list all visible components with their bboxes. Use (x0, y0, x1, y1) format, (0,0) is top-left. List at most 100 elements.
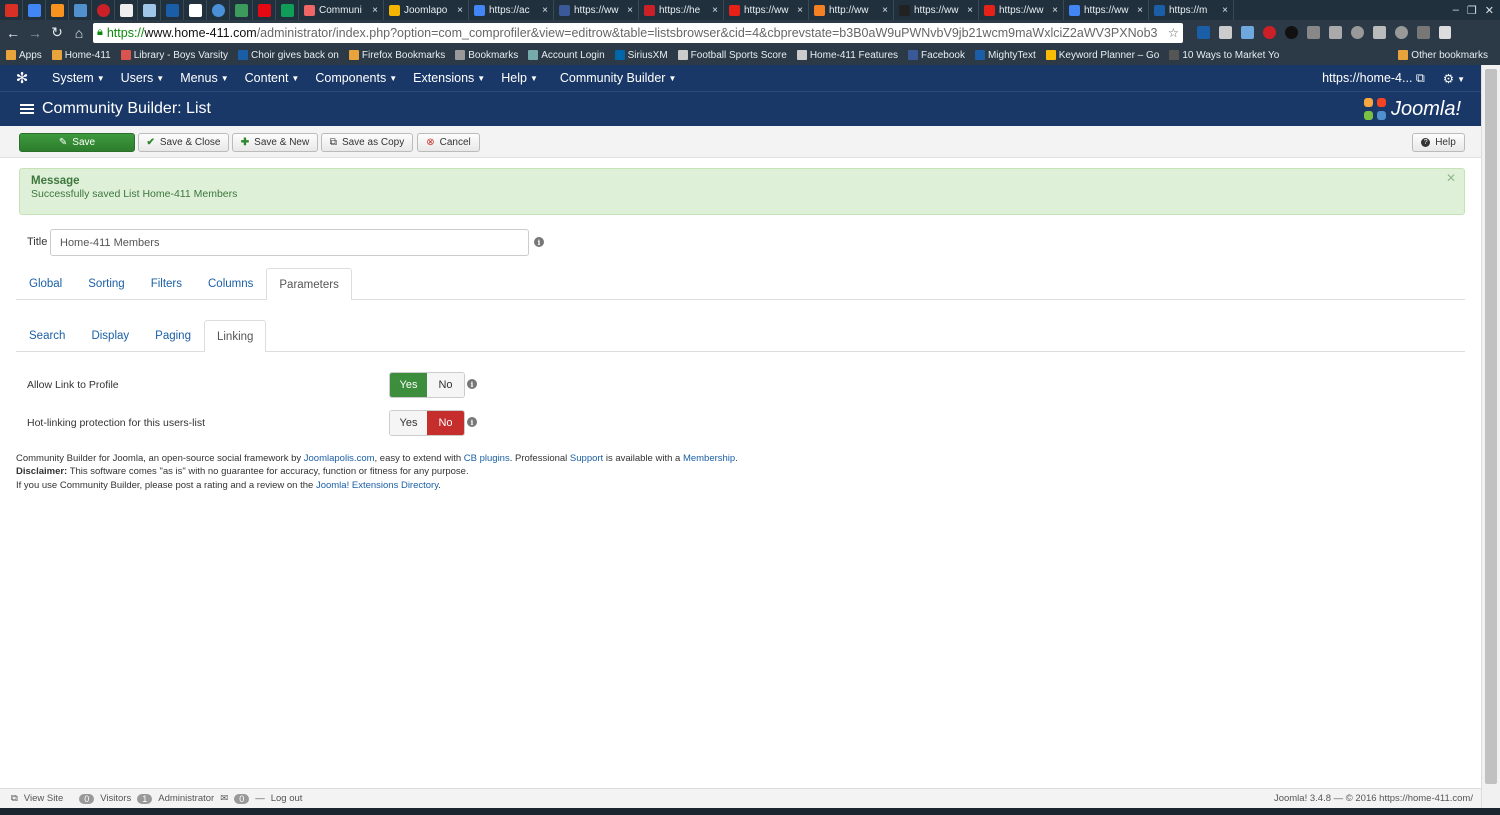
admin-menu-item[interactable]: Menus ▼ (172, 71, 236, 85)
tab-paging[interactable]: Paging (142, 320, 204, 351)
tab-sorting[interactable]: Sorting (75, 268, 137, 299)
browser-tab[interactable]: https://m × (1149, 0, 1234, 20)
bookmark-star-icon[interactable]: ☆ (1168, 25, 1179, 40)
pinned-tab-app[interactable] (138, 0, 161, 20)
support-link[interactable]: Support (570, 453, 603, 464)
bookmark-item[interactable]: MightyText (974, 50, 1036, 61)
bookmark-item[interactable]: Home-411 (51, 50, 111, 61)
tab-columns[interactable]: Columns (195, 268, 266, 299)
hotlinking-no-option[interactable]: No (427, 411, 464, 435)
save-copy-button[interactable]: ⧉ Save as Copy (321, 133, 413, 152)
joomlapolis-link[interactable]: Joomlapolis.com (304, 453, 375, 464)
close-tab-icon[interactable]: × (1052, 5, 1058, 16)
tab-parameters[interactable]: Parameters (266, 268, 352, 300)
close-tab-icon[interactable]: × (882, 5, 888, 16)
admin-menu-item[interactable]: Community Builder ▼ (552, 71, 685, 85)
bookmark-item[interactable]: 10 Ways to Market Yo (1169, 50, 1279, 61)
info-icon[interactable]: i (467, 379, 477, 389)
bookmark-item[interactable]: SiriusXM (614, 50, 668, 61)
admin-menu-item[interactable]: Users ▼ (113, 71, 173, 85)
close-tab-icon[interactable]: × (1137, 5, 1143, 16)
info-icon[interactable]: i (534, 237, 544, 247)
pinned-tab-calendar[interactable] (23, 0, 46, 20)
home-icon[interactable]: ⌂ (71, 25, 87, 41)
admin-menu-item[interactable]: Help ▼ (493, 71, 546, 85)
browser-tab[interactable]: https://ac × (469, 0, 554, 20)
browser-tab[interactable]: https://ww × (979, 0, 1064, 20)
play-icon[interactable] (1285, 26, 1298, 39)
allow-link-yes-option[interactable]: Yes (390, 373, 427, 397)
extension-icon[interactable] (1351, 26, 1364, 39)
tab-linking[interactable]: Linking (203, 320, 267, 352)
extension-icon[interactable] (1373, 26, 1386, 39)
bookmark-item[interactable]: Home-411 Features (796, 50, 898, 61)
tab-global[interactable]: Global (16, 268, 75, 299)
hotlinking-toggle[interactable]: Yes No (389, 410, 465, 436)
extension-icon[interactable] (1329, 26, 1342, 39)
extension-icon[interactable] (1241, 26, 1254, 39)
pinned-tab-doc[interactable] (115, 0, 138, 20)
extension-icon[interactable] (1417, 26, 1430, 39)
browser-tab[interactable]: https://he × (639, 0, 724, 20)
close-tab-icon[interactable]: × (542, 5, 548, 16)
reload-icon[interactable]: ↻ (49, 24, 65, 41)
view-site-link[interactable]: View Site (24, 793, 63, 804)
info-icon[interactable]: i (467, 417, 477, 427)
bookmark-item[interactable]: Football Sports Score (677, 50, 787, 61)
admin-menu-item[interactable]: Components ▼ (307, 71, 405, 85)
title-field[interactable]: Home-411 Members (50, 229, 529, 256)
bookmark-item[interactable]: Bookmarks (455, 50, 518, 61)
close-tab-icon[interactable]: × (627, 5, 633, 16)
save-close-button[interactable]: ✔ Save & Close (138, 133, 229, 152)
pinned-tab-sync[interactable] (207, 0, 230, 20)
pinned-tab-joomla-2[interactable] (69, 0, 92, 20)
browser-tab[interactable]: http://ww × (809, 0, 894, 20)
pinterest-icon[interactable] (1263, 26, 1276, 39)
close-tab-icon[interactable]: × (967, 5, 973, 16)
bookmark-item[interactable]: Facebook (908, 50, 965, 61)
vertical-scrollbar[interactable] (1481, 65, 1500, 808)
tab-filters[interactable]: Filters (138, 268, 195, 299)
tab-search[interactable]: Search (16, 320, 78, 351)
scrollbar-thumb[interactable] (1485, 69, 1497, 784)
close-window-icon[interactable]: ✕ (1485, 4, 1494, 17)
browser-tab[interactable]: https://ww × (724, 0, 809, 20)
bookmark-item[interactable]: Apps (6, 50, 42, 61)
menu-icon[interactable] (1439, 26, 1451, 39)
browser-tab[interactable]: https://ww × (554, 0, 639, 20)
allow-link-toggle[interactable]: Yes No (389, 372, 465, 398)
bookmark-item[interactable]: Choir gives back on (238, 50, 339, 61)
bookmark-item[interactable]: Account Login (528, 50, 605, 61)
hotlinking-yes-option[interactable]: Yes (390, 411, 427, 435)
close-tab-icon[interactable]: × (1222, 5, 1228, 16)
admin-menu-item[interactable]: Content ▼ (237, 71, 308, 85)
browser-tab[interactable]: Communi × (299, 0, 384, 20)
tab-display[interactable]: Display (78, 320, 142, 351)
save-button[interactable]: ✎ Save (19, 133, 135, 152)
url-field[interactable]: 🔒︎ https://www.home-411.com/administrato… (93, 22, 1183, 43)
pinned-tab-gmail[interactable] (0, 0, 23, 20)
browser-tab[interactable]: https://ww × (894, 0, 979, 20)
site-link[interactable]: https://home-4... ⧉ (1322, 71, 1425, 86)
bookmark-item[interactable]: Keyword Planner – Go (1045, 50, 1159, 61)
admin-menu-item[interactable]: System ▼ (44, 71, 113, 85)
browser-tab[interactable]: https://ww × (1064, 0, 1149, 20)
maximize-icon[interactable]: ❐ (1467, 4, 1477, 17)
extension-icon[interactable] (1197, 26, 1210, 39)
pinned-tab-dark[interactable] (184, 0, 207, 20)
save-new-button[interactable]: ✚ Save & New (232, 133, 318, 152)
joomla-menu-logo-icon[interactable]: ✻ (0, 69, 44, 87)
close-tab-icon[interactable]: × (372, 5, 378, 16)
back-icon[interactable]: ← (5, 25, 21, 41)
other-bookmarks[interactable]: Other bookmarks (1398, 50, 1500, 61)
extension-icon[interactable] (1307, 26, 1320, 39)
close-tab-icon[interactable]: × (457, 5, 463, 16)
pinned-tab-paypal[interactable] (161, 0, 184, 20)
pinned-tab-pinterest[interactable] (92, 0, 115, 20)
cb-plugins-link[interactable]: CB plugins (464, 453, 510, 464)
forward-icon[interactable]: → (27, 25, 43, 41)
extension-icon[interactable] (1219, 26, 1232, 39)
user-settings-menu[interactable]: ⚙ ▼ (1443, 71, 1465, 86)
admin-menu-item[interactable]: Extensions ▼ (405, 71, 493, 85)
jed-link[interactable]: Joomla! Extensions Directory (316, 480, 438, 491)
